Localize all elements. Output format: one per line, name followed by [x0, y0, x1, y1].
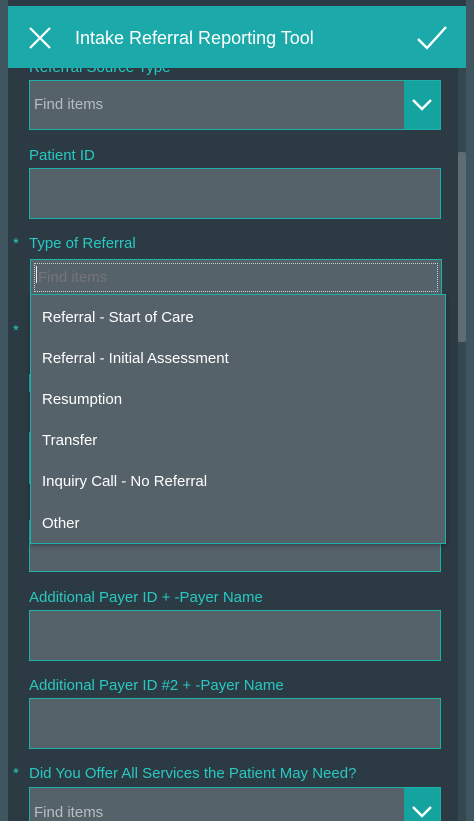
type-of-referral-dropdown[interactable]: Referral - Start of Care Referral - Init… — [30, 294, 446, 544]
chevron-down-icon[interactable] — [404, 81, 440, 129]
additional-payer-2-label: Additional Payer ID #2 + -Payer Name — [29, 677, 284, 694]
type-of-referral-search-box[interactable] — [30, 259, 442, 294]
dropdown-option[interactable]: Resumption — [42, 391, 122, 408]
app-header: Intake Referral Reporting Tool — [8, 6, 466, 68]
dropdown-option[interactable]: Referral - Initial Assessment — [42, 350, 229, 367]
form-scroll-area[interactable]: Referral Source Type Find items Patient … — [8, 68, 466, 821]
window-frame-left — [0, 0, 8, 821]
dropdown-option[interactable]: Other — [42, 515, 80, 532]
services-offered-label: Did You Offer All Services the Patient M… — [29, 765, 357, 782]
services-offered-select[interactable]: Find items — [29, 787, 441, 821]
type-of-referral-search-input[interactable] — [34, 263, 438, 292]
text-caret — [36, 266, 37, 283]
additional-payer-2-input[interactable] — [29, 698, 441, 749]
scrollbar-thumb[interactable] — [458, 152, 466, 342]
patient-id-input[interactable] — [29, 168, 441, 219]
dropdown-option[interactable]: Referral - Start of Care — [42, 309, 194, 326]
dropdown-option[interactable]: Transfer — [42, 432, 97, 449]
additional-payer-1-input[interactable] — [29, 610, 441, 661]
patient-id-label: Patient ID — [29, 147, 95, 164]
referral-source-type-placeholder: Find items — [34, 96, 104, 113]
additional-payer-1-label: Additional Payer ID + -Payer Name — [29, 589, 263, 606]
chevron-down-icon[interactable] — [404, 788, 440, 821]
services-offered-placeholder: Find items — [34, 804, 104, 821]
referral-source-type-label: Referral Source Type — [29, 68, 170, 76]
page-title: Intake Referral Reporting Tool — [75, 28, 314, 48]
close-icon[interactable] — [28, 26, 52, 50]
type-of-referral-label: Type of Referral — [29, 235, 136, 252]
hidden-required-mark: * — [13, 322, 19, 339]
window-frame-right — [466, 0, 474, 821]
referral-source-type-select[interactable]: Find items — [29, 80, 441, 130]
dropdown-option[interactable]: Inquiry Call - No Referral — [42, 473, 207, 490]
checkmark-icon[interactable] — [416, 24, 448, 52]
services-offered-required-mark: * — [13, 765, 19, 782]
type-of-referral-required-mark: * — [13, 235, 19, 252]
